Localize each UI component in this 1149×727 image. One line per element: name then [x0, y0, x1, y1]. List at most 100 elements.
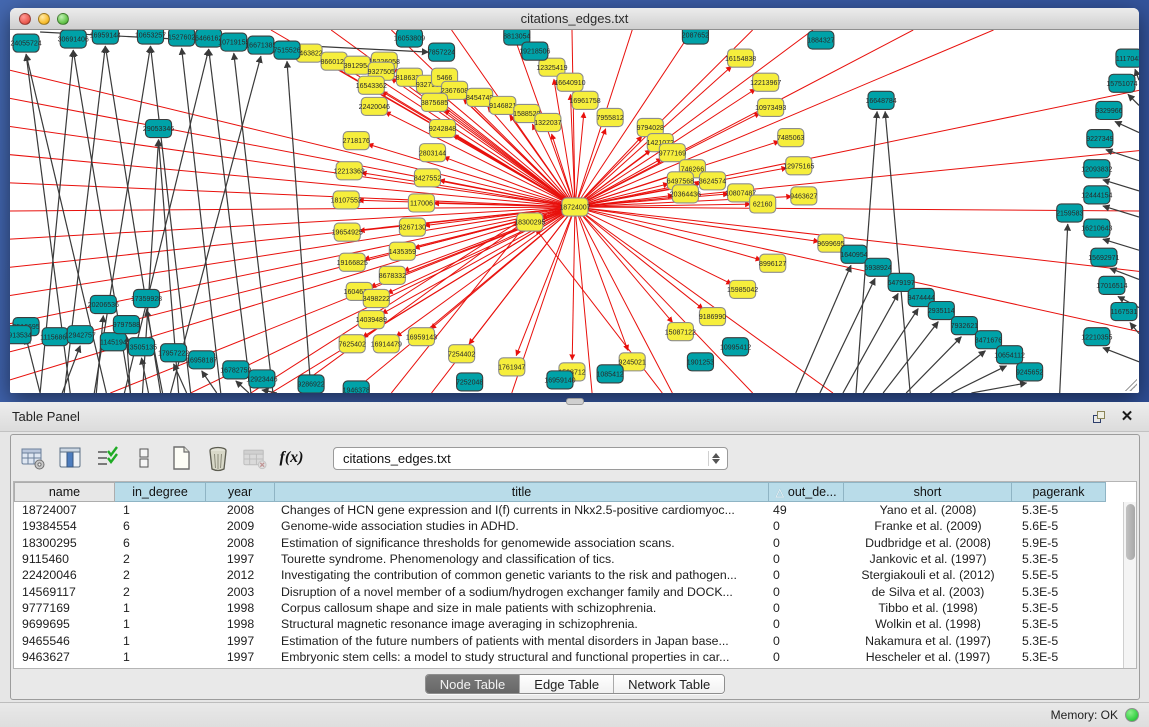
- graph-node[interactable]: 7485063: [777, 129, 804, 147]
- table-row[interactable]: 946362711997Embryonic stem cells: a mode…: [14, 649, 1123, 665]
- graph-edge[interactable]: [1103, 348, 1139, 362]
- table-cell[interactable]: 5.3E-5: [1012, 585, 1106, 599]
- graph-node[interactable]: 9797588: [113, 316, 140, 334]
- graph-node[interactable]: 10995412: [720, 338, 751, 356]
- graph-node[interactable]: 12975165: [783, 157, 814, 175]
- graph-edge[interactable]: [575, 207, 761, 260]
- column-header-in_degree[interactable]: in_degree: [115, 482, 206, 502]
- zoom-button[interactable]: [57, 13, 69, 25]
- table-cell[interactable]: 6: [115, 519, 206, 533]
- table-row[interactable]: 911546021997Tourette syndrome. Phenomeno…: [14, 551, 1123, 567]
- graph-node[interactable]: 12213967: [750, 73, 781, 91]
- graph-edge[interactable]: [843, 293, 898, 393]
- table-cell[interactable]: Nakamura et al. (1997): [844, 634, 1012, 648]
- graph-node[interactable]: 16543362: [356, 76, 387, 94]
- graph-node[interactable]: 12942757: [65, 326, 96, 344]
- graph-edge[interactable]: [885, 111, 910, 393]
- table-cell[interactable]: 1: [115, 634, 206, 648]
- graph-node[interactable]: 8996127: [759, 254, 786, 272]
- table-cell[interactable]: Investigating the contribution of common…: [275, 568, 769, 582]
- graph-node[interactable]: 9227349: [1086, 130, 1113, 148]
- table-cell[interactable]: 0: [769, 650, 844, 664]
- graph-node[interactable]: 19166825: [337, 253, 368, 271]
- graph-edge[interactable]: [1128, 94, 1139, 105]
- graph-node[interactable]: 16640910: [554, 73, 585, 91]
- column-header-year[interactable]: year: [206, 482, 275, 502]
- table-cell[interactable]: 0: [769, 519, 844, 533]
- graph-node[interactable]: 15692971: [1088, 248, 1119, 266]
- graph-node[interactable]: 1884327: [807, 31, 834, 49]
- table-cell[interactable]: Structural magnetic resonance image aver…: [275, 617, 769, 631]
- column-header-short[interactable]: short: [844, 482, 1012, 502]
- table-cell[interactable]: 1997: [206, 634, 275, 648]
- graph-node[interactable]: 12923446: [246, 370, 277, 388]
- graph-edge[interactable]: [287, 61, 311, 393]
- table-cell[interactable]: 0: [769, 552, 844, 566]
- graph-node[interactable]: 1167531: [1111, 303, 1138, 321]
- table-cell[interactable]: 1997: [206, 552, 275, 566]
- graph-node[interactable]: 17359928: [131, 289, 162, 307]
- graph-edge[interactable]: [575, 207, 1139, 332]
- table-cell[interactable]: 2003: [206, 585, 275, 599]
- table-cell[interactable]: 1997: [206, 650, 275, 664]
- close-panel-button[interactable]: ✕: [1117, 408, 1137, 426]
- table-cell[interactable]: 5.6E-5: [1012, 519, 1106, 533]
- graph-node[interactable]: 9286922: [297, 375, 324, 393]
- graph-edge[interactable]: [796, 265, 851, 393]
- table-cell[interactable]: Dudbridge et al. (2008): [844, 536, 1012, 550]
- graph-node[interactable]: 7932621: [951, 317, 978, 335]
- graph-node[interactable]: 12444154: [1081, 186, 1112, 204]
- graph-edge[interactable]: [1103, 206, 1139, 217]
- table-cell[interactable]: Wolkin et al. (1998): [844, 617, 1012, 631]
- table-cell[interactable]: Genome-wide association studies in ADHD.: [275, 519, 769, 533]
- graph-node[interactable]: 18107552: [331, 191, 362, 209]
- table-cell[interactable]: 9777169: [14, 601, 115, 615]
- graph-node[interactable]: 16648784: [865, 91, 896, 109]
- close-button[interactable]: [19, 13, 31, 25]
- graph-node[interactable]: 20364436: [670, 185, 701, 203]
- graph-node[interactable]: 15087122: [665, 323, 696, 341]
- graph-node[interactable]: 9245652: [1016, 363, 1043, 381]
- table-cell[interactable]: 19384554: [14, 519, 115, 533]
- column-header-name[interactable]: name: [14, 482, 115, 502]
- float-panel-button[interactable]: [1089, 408, 1109, 426]
- table-cell[interactable]: 5.3E-5: [1012, 601, 1106, 615]
- graph-node[interactable]: 18300295: [514, 213, 545, 231]
- table-cell[interactable]: 0: [769, 634, 844, 648]
- graph-node[interactable]: 3624574: [699, 172, 726, 190]
- graph-node[interactable]: 3875685: [421, 93, 448, 111]
- table-source-select[interactable]: citations_edges.txt: [333, 447, 728, 470]
- graph-node[interactable]: 12093832: [1081, 160, 1112, 178]
- graph-node[interactable]: 2087652: [682, 30, 709, 44]
- graph-node[interactable]: 15751074: [1106, 74, 1137, 92]
- graph-edge[interactable]: [820, 278, 875, 393]
- network-graph[interactable]: 1872400718300295746382286601283912954152…: [10, 30, 1139, 393]
- table-cell[interactable]: 2009: [206, 519, 275, 533]
- graph-node[interactable]: 18724007: [559, 198, 590, 216]
- graph-edge[interactable]: [883, 322, 938, 393]
- graph-node[interactable]: 2803144: [419, 144, 446, 162]
- graph-edge[interactable]: [906, 337, 961, 393]
- graph-node[interactable]: 8427552: [414, 169, 441, 187]
- table-cell[interactable]: Corpus callosum shape and size in male p…: [275, 601, 769, 615]
- graph-node[interactable]: 13505135: [126, 338, 157, 356]
- graph-edge[interactable]: [1060, 224, 1068, 393]
- table-cell[interactable]: Tourette syndrome. Phenomenology and cla…: [275, 552, 769, 566]
- table-cell[interactable]: 1: [115, 601, 206, 615]
- graph-edge[interactable]: [572, 207, 575, 360]
- graph-node[interactable]: 24055724: [10, 34, 41, 52]
- table-cell[interactable]: 1998: [206, 617, 275, 631]
- graph-node[interactable]: 19654925: [332, 223, 363, 241]
- table-cell[interactable]: 0: [769, 585, 844, 599]
- graph-node[interactable]: 7857224: [428, 43, 455, 61]
- table-cell[interactable]: 1998: [206, 601, 275, 615]
- graph-edge[interactable]: [575, 30, 993, 207]
- graph-node[interactable]: 7254402: [448, 345, 475, 363]
- graph-node[interactable]: 22420046: [359, 97, 390, 115]
- table-row[interactable]: 1872400712008Changes of HCN gene express…: [14, 502, 1123, 518]
- graph-node[interactable]: 9329966: [1095, 101, 1122, 119]
- graph-node[interactable]: 10654112: [994, 346, 1025, 364]
- table-cell[interactable]: 5.3E-5: [1012, 617, 1106, 631]
- graph-node[interactable]: 17957222: [158, 344, 189, 362]
- table-cell[interactable]: Franke et al. (2009): [844, 519, 1012, 533]
